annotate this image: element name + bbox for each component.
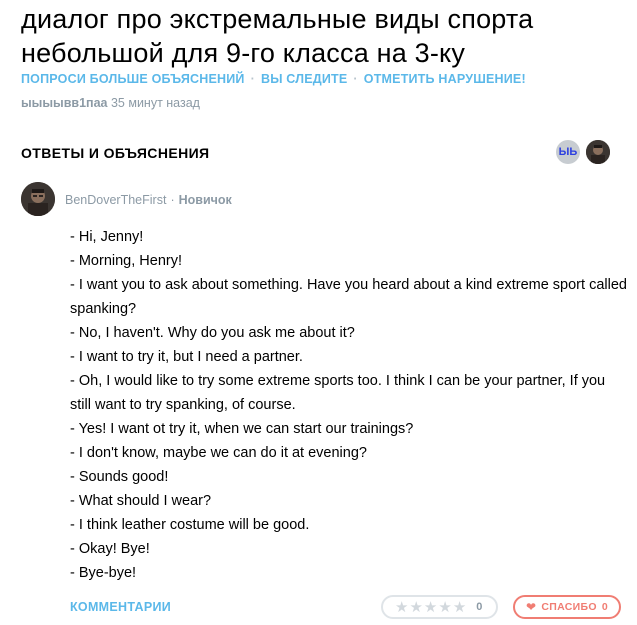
answer-author-avatar[interactable] — [21, 182, 55, 216]
answer-line: - Sounds good! — [70, 469, 169, 485]
answer-line: - Okay! Bye! — [70, 541, 150, 557]
answer-line: - I want to try it, but I need a partner… — [70, 349, 303, 365]
answer-line: - I want you to ask about something. Hav… — [70, 277, 627, 317]
answer-author-line: BenDoverTheFirst · Новичок — [65, 193, 232, 207]
thanks-button[interactable]: ❤ СПАСИБО 0 — [513, 595, 621, 619]
avatar[interactable]: ЫЬ — [556, 140, 580, 164]
answer-line: - Yes! I want ot try it, when we can sta… — [70, 421, 414, 437]
answer-body: - Hi, Jenny! - Morning, Henry! - I want … — [70, 225, 630, 585]
following-link[interactable]: ВЫ СЛЕДИТЕ — [261, 72, 347, 86]
answer-line: - Morning, Henry! — [70, 253, 183, 269]
report-violation-link[interactable]: ОТМЕТИТЬ НАРУШЕНИЕ! — [364, 72, 526, 86]
answer-author-name[interactable]: BenDoverTheFirst — [65, 193, 166, 207]
star-icon[interactable]: ★ — [453, 600, 466, 615]
avatar[interactable] — [586, 140, 610, 164]
answer-line: - I think leather costume will be good. — [70, 517, 310, 533]
answer-line: - I don't know, maybe we can do it at ev… — [70, 445, 367, 461]
answer-line: - Oh, I would like to try some extreme s… — [70, 373, 606, 413]
ask-more-explanations-link[interactable]: ПОПРОСИ БОЛЬШЕ ОБЪЯСНЕНИЙ — [21, 72, 245, 86]
separator: · — [353, 72, 358, 86]
star-icon[interactable]: ★ — [409, 600, 422, 615]
answer-line: - What should I wear? — [70, 493, 212, 509]
separator: · — [170, 193, 175, 207]
answers-header: ОТВЕТЫ И ОБЪЯСНЕНИЯ — [21, 145, 210, 161]
question-title: диалог про экстремальные виды спорта неб… — [21, 4, 534, 68]
rating-count: 0 — [476, 601, 483, 613]
answer-author-rank: Новичок — [178, 193, 232, 207]
separator: · — [250, 72, 255, 86]
thanks-count: 0 — [601, 601, 608, 613]
comments-link[interactable]: КОММЕНТАРИИ — [70, 600, 171, 614]
user-photo-icon — [21, 182, 55, 216]
star-icon[interactable]: ★ — [438, 600, 451, 615]
thanks-label: СПАСИБО — [541, 601, 597, 613]
question-time: 35 минут назад — [110, 96, 200, 110]
answer-line: - No, I haven't. Why do you ask me about… — [70, 325, 355, 341]
answer-line: - Hi, Jenny! — [70, 229, 144, 245]
user-photo-icon — [586, 140, 610, 164]
star-icon[interactable]: ★ — [395, 600, 408, 615]
heart-icon: ❤ — [526, 600, 537, 614]
question-actions: ПОПРОСИ БОЛЬШЕ ОБЪЯСНЕНИЙ · ВЫ СЛЕДИТЕ · ОТМ… — [21, 72, 526, 86]
rating-widget: ★ ★ ★ ★ ★ 0 — [381, 595, 498, 619]
question-author[interactable]: ыыыывв1паа — [21, 96, 107, 110]
answer-line: - Bye-bye! — [70, 565, 137, 581]
question-meta: ыыыывв1паа 35 минут назад — [21, 96, 200, 110]
star-icon[interactable]: ★ — [424, 600, 437, 615]
rating-stars: ★ ★ ★ ★ ★ — [395, 600, 466, 615]
